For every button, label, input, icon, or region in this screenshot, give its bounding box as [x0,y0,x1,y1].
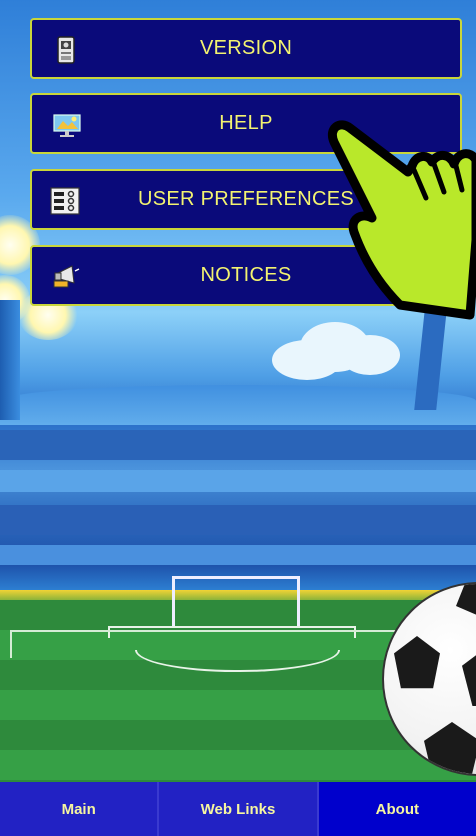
nav-about-tab[interactable]: About [318,782,476,836]
nav-web-links-label: Web Links [200,800,276,818]
megaphone-icon [52,263,82,291]
phone-icon [54,36,78,64]
nav-web-links-tab[interactable]: Web Links [159,782,319,836]
settings-panel-icon [50,187,80,215]
version-label: VERSION [199,37,293,59]
bottom-navigation: Main Web Links About [0,782,476,836]
nav-main-tab[interactable]: Main [0,782,160,836]
pointing-hand-icon [320,100,476,330]
nav-about-label: About [375,800,419,818]
nav-main-label: Main [61,800,96,818]
monitor-presentation-icon [52,111,82,139]
goal-post [172,576,300,628]
version-button[interactable]: VERSION [30,18,462,79]
